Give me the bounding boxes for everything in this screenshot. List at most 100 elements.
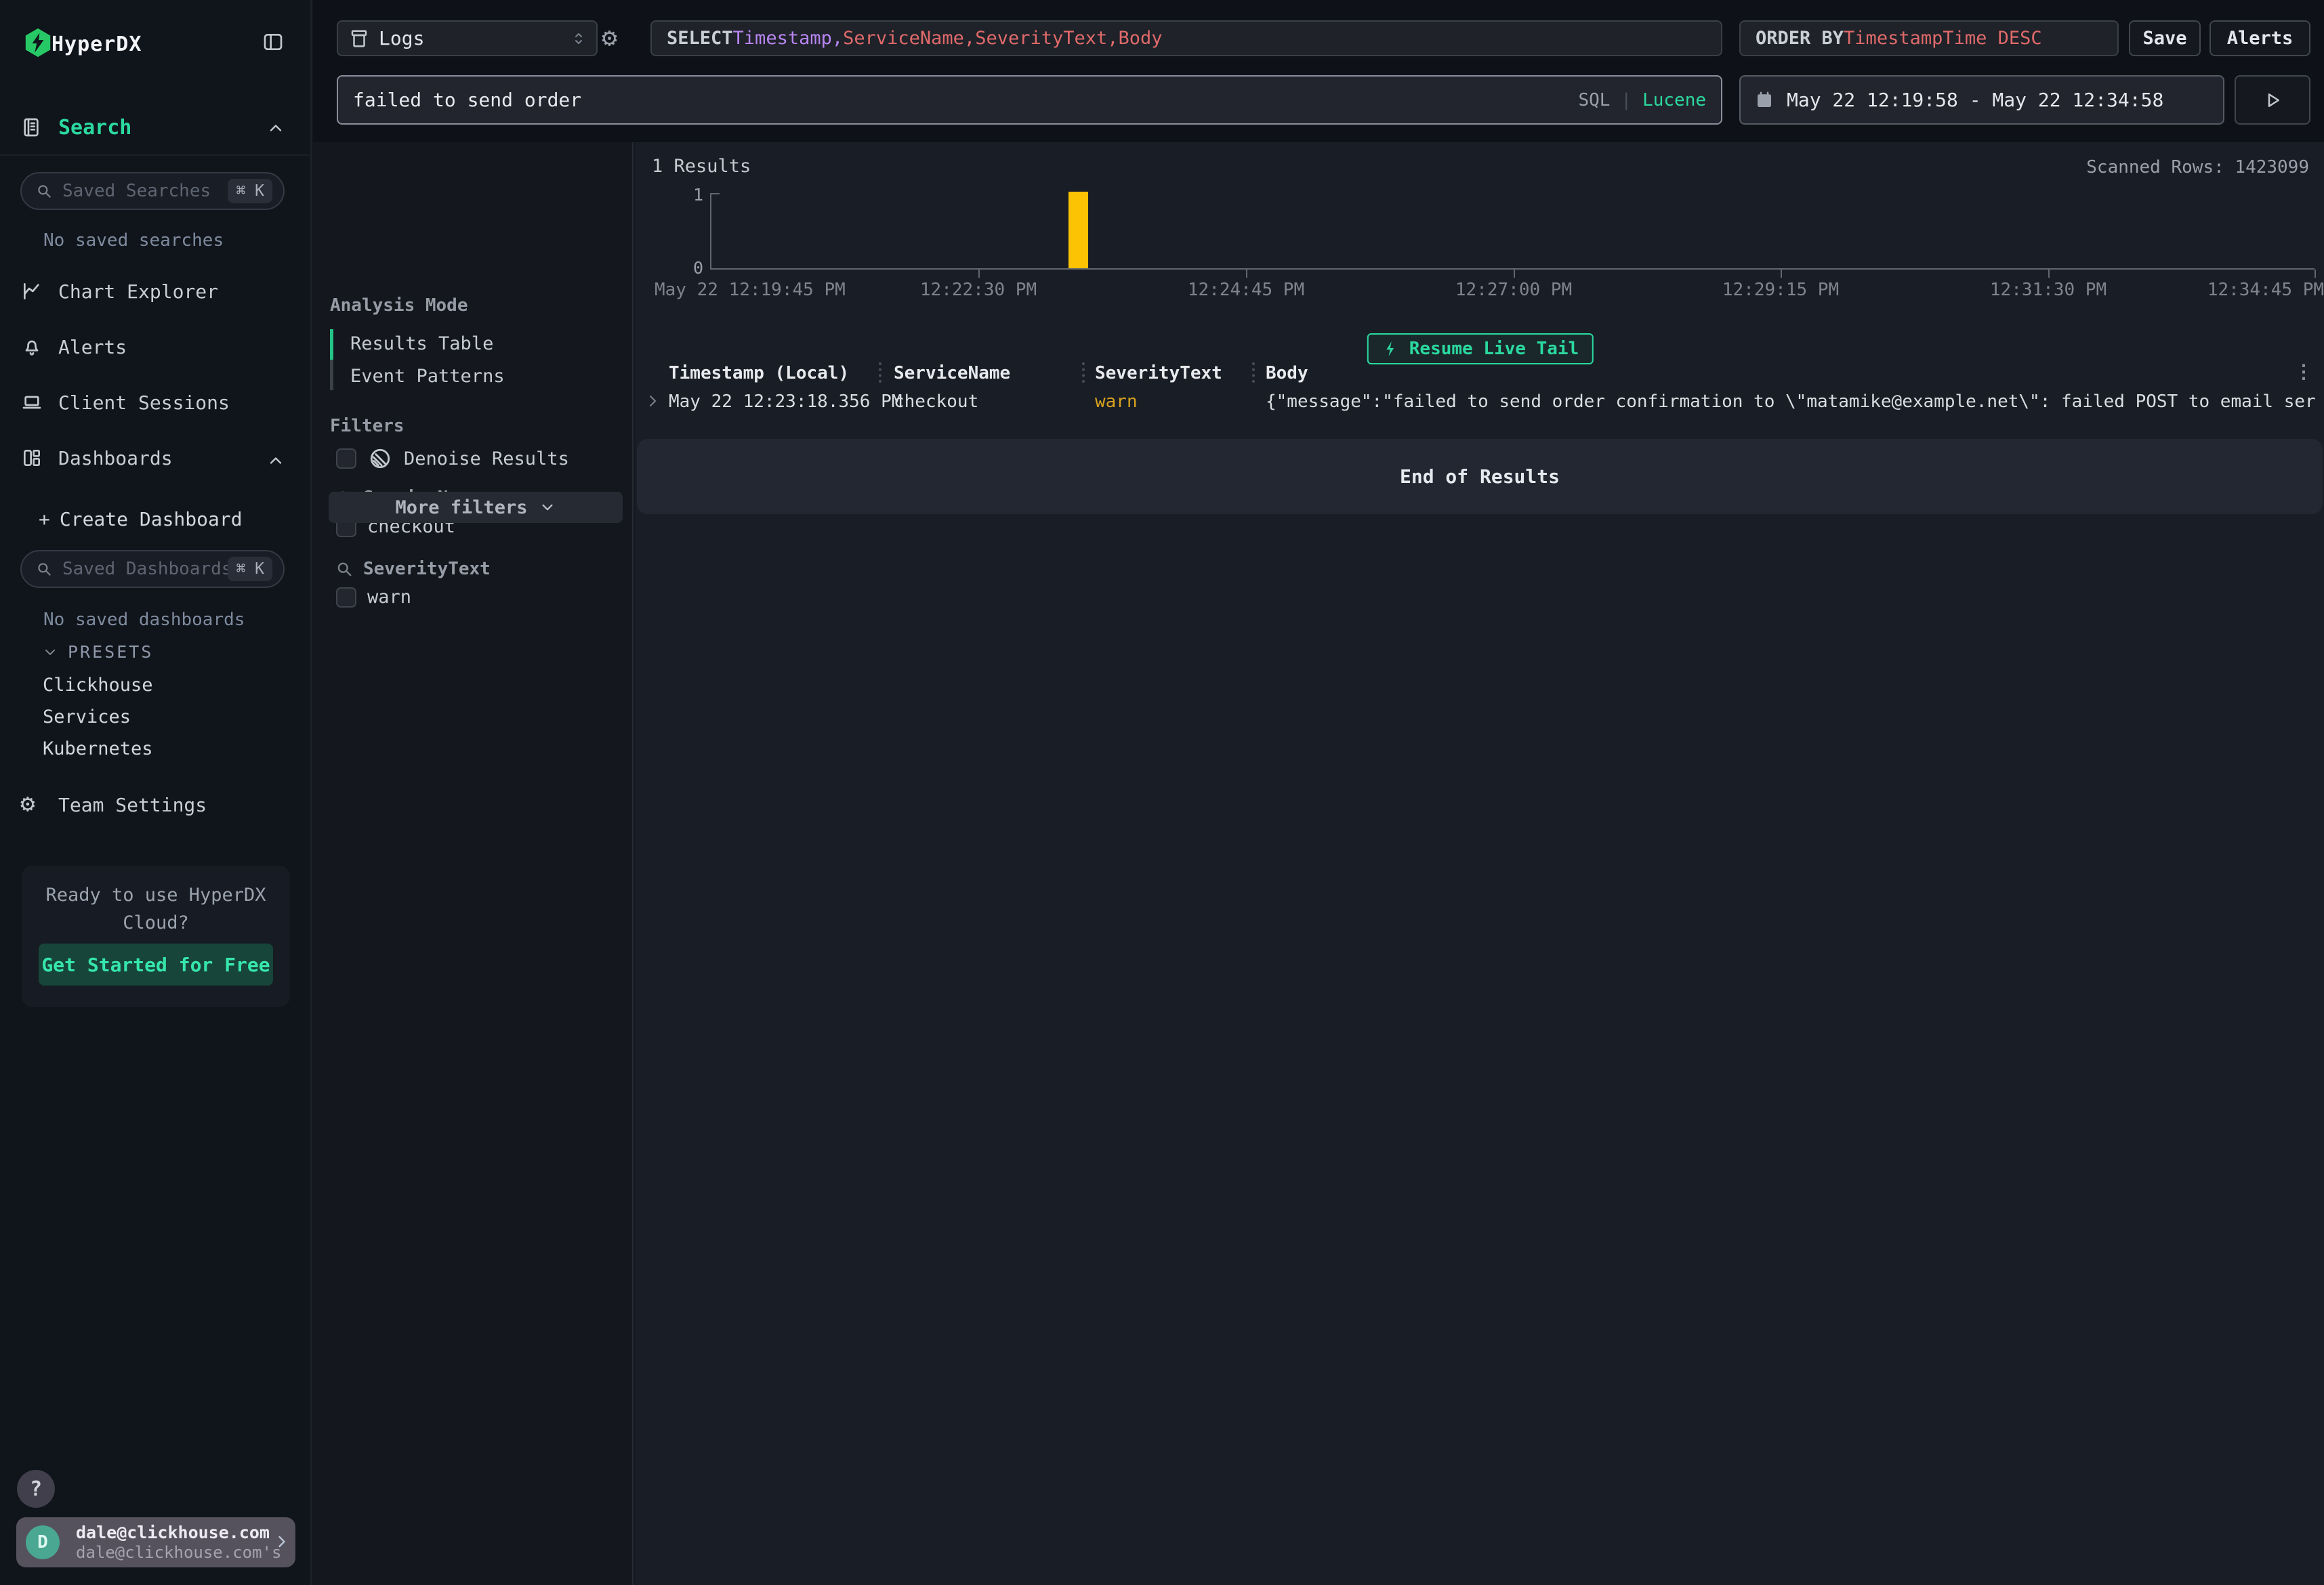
expand-row-chevron-icon[interactable] <box>644 393 661 409</box>
source-select[interactable]: Logs <box>337 20 598 56</box>
user-menu[interactable]: D dale@clickhouse.com dale@clickhouse.co… <box>16 1517 295 1567</box>
more-filters-label: More filters <box>395 497 527 518</box>
no-saved-searches-note: No saved searches <box>43 230 224 251</box>
denoise-checkbox[interactable] <box>336 448 356 469</box>
chevron-up-icon[interactable] <box>266 119 285 138</box>
lang-sql-option[interactable]: SQL <box>1578 90 1610 110</box>
rail-active-segment <box>330 329 333 360</box>
user-subtitle: dale@clickhouse.com's <box>76 1543 281 1562</box>
more-filters-button[interactable]: More filters <box>329 492 623 523</box>
sidebar-item-client-sessions[interactable]: Client Sessions <box>0 382 310 423</box>
x-axis-tick <box>2048 270 2050 278</box>
cell-timestamp: May 22 12:23:18.356 PM <box>669 392 902 412</box>
logo-row: HyperDX <box>0 0 310 88</box>
bell-icon <box>21 336 43 358</box>
mode-event-patterns[interactable]: Event Patterns <box>350 366 505 387</box>
run-query-button[interactable] <box>2235 75 2310 125</box>
warn-checkbox[interactable] <box>336 587 356 608</box>
preset-item-kubernetes[interactable]: Kubernetes <box>43 738 153 759</box>
sql-field: Body <box>1119 28 1163 49</box>
orderby-query-editor[interactable]: ORDER BY TimestampTime DESC <box>1739 20 2119 56</box>
sidebar-divider <box>0 154 310 156</box>
histogram-bar[interactable] <box>1068 192 1088 268</box>
save-button[interactable]: Save <box>2129 20 2201 56</box>
saved-dashboards-input[interactable] <box>62 559 228 579</box>
create-dashboard-button[interactable]: +Create Dashboard <box>39 508 243 530</box>
sql-field: Timestamp, <box>733 28 844 49</box>
sidebar-item-dashboards[interactable]: Dashboards <box>0 438 310 478</box>
denoise-filter-row: Denoise Results <box>336 447 569 470</box>
lang-lucene-option[interactable]: Lucene <box>1642 90 1706 110</box>
sql-field: ServiceName, <box>843 28 975 49</box>
sidebar-item-label: Search <box>58 116 131 140</box>
results-area: 1 Results Scanned Rows: 1423099 1 0 May … <box>635 142 2324 1585</box>
preset-item-services[interactable]: Services <box>43 706 131 727</box>
no-saved-dashboards-note: No saved dashboards <box>43 610 245 630</box>
lang-divider: | <box>1621 90 1632 110</box>
help-button[interactable]: ? <box>17 1470 55 1508</box>
cell-severity: warn <box>1095 392 1138 412</box>
x-tick-label: 12:27:00 PM <box>1455 280 1572 300</box>
y-axis-top-tick <box>710 193 720 194</box>
table-row[interactable]: May 22 12:23:18.356 PM checkout warn {"m… <box>635 386 2324 416</box>
end-of-results-label: End of Results <box>1400 465 1560 488</box>
end-of-results: End of Results <box>637 439 2323 514</box>
column-separator[interactable] <box>1082 362 1085 383</box>
chevron-up-icon[interactable] <box>266 451 285 470</box>
results-histogram[interactable]: 1 0 May 22 12:19:45 PM 12:22:30 PM 12:24… <box>710 193 2315 270</box>
date-range-picker[interactable]: May 22 12:19:58 - May 22 12:34:58 <box>1739 75 2224 125</box>
x-axis-tick <box>1514 270 1515 278</box>
hyperdx-logo-icon <box>22 27 54 58</box>
sidebar-item-alerts[interactable]: Alerts <box>0 326 310 367</box>
sidebar-item-chart-explorer[interactable]: Chart Explorer <box>0 271 310 312</box>
select-query-editor[interactable]: SELECT Timestamp, ServiceName, SeverityT… <box>650 20 1722 56</box>
sidebar-item-team-settings[interactable]: ⚙ Team Settings <box>0 784 310 825</box>
x-axis-tick <box>1246 270 1247 278</box>
search-journal-icon <box>20 116 42 139</box>
filter-option-label[interactable]: warn <box>367 587 411 608</box>
chevron-updown-icon <box>570 29 587 48</box>
filter-group-severitytext[interactable]: SeverityText <box>335 559 491 579</box>
analysis-mode-rail <box>330 329 333 390</box>
saved-searches-input-wrap: ⌘ K <box>20 172 285 210</box>
preset-item-clickhouse[interactable]: Clickhouse <box>43 675 153 696</box>
saved-searches-input[interactable] <box>62 181 228 201</box>
date-range-value: May 22 12:19:58 - May 22 12:34:58 <box>1787 89 2163 111</box>
table-options-kebab-icon[interactable]: ⋮ <box>2294 360 2313 383</box>
results-table-header: Timestamp (Local) ServiceName SeverityTe… <box>635 358 2324 387</box>
column-header-severitytext[interactable]: SeverityText <box>1095 363 1222 383</box>
sidebar: HyperDX Search ⌘ K No saved searches Cha… <box>0 0 312 1585</box>
cell-body: {"message":"failed to send order confirm… <box>1266 392 2316 412</box>
scanned-rows: Scanned Rows: 1423099 <box>2086 157 2309 177</box>
column-header-servicename[interactable]: ServiceName <box>894 363 1010 383</box>
presets-toggle[interactable]: PRESETS <box>42 642 153 662</box>
get-started-button[interactable]: Get Started for Free <box>39 944 273 986</box>
x-axis-tick <box>2315 270 2316 278</box>
column-separator[interactable] <box>879 362 881 383</box>
denoise-icon <box>369 447 392 470</box>
results-count: 1 Results <box>652 156 751 177</box>
alerts-button[interactable]: Alerts <box>2209 20 2310 56</box>
chart-icon <box>21 280 43 302</box>
search-input-wrap: SQL | Lucene <box>337 75 1722 125</box>
sidebar-item-search[interactable]: Search <box>0 112 310 143</box>
collapse-sidebar-icon[interactable] <box>261 31 285 53</box>
column-header-body[interactable]: Body <box>1266 363 2316 383</box>
play-icon <box>2262 90 2283 110</box>
database-icon <box>349 28 369 49</box>
saved-dashboards-input-wrap: ⌘ K <box>20 550 285 588</box>
gear-icon[interactable]: ⚙ <box>602 22 617 52</box>
filters-heading: Filters <box>330 416 404 436</box>
column-header-timestamp[interactable]: Timestamp (Local) <box>669 363 849 383</box>
cell-servicename: checkout <box>894 392 978 412</box>
dashboards-icon <box>21 447 43 469</box>
cloud-promo-line1: Ready to use HyperDX <box>22 885 290 906</box>
column-separator[interactable] <box>1252 362 1255 383</box>
mode-results-table[interactable]: Results Table <box>350 333 493 354</box>
x-tick-label: 12:31:30 PM <box>1990 280 2107 300</box>
search-input[interactable] <box>353 89 1578 111</box>
shortcut-badge: ⌘ K <box>228 557 272 581</box>
sql-keyword: ORDER BY <box>1756 28 1844 49</box>
sidebar-item-label: Chart Explorer <box>58 280 218 303</box>
rail-inactive-segment <box>330 360 333 390</box>
